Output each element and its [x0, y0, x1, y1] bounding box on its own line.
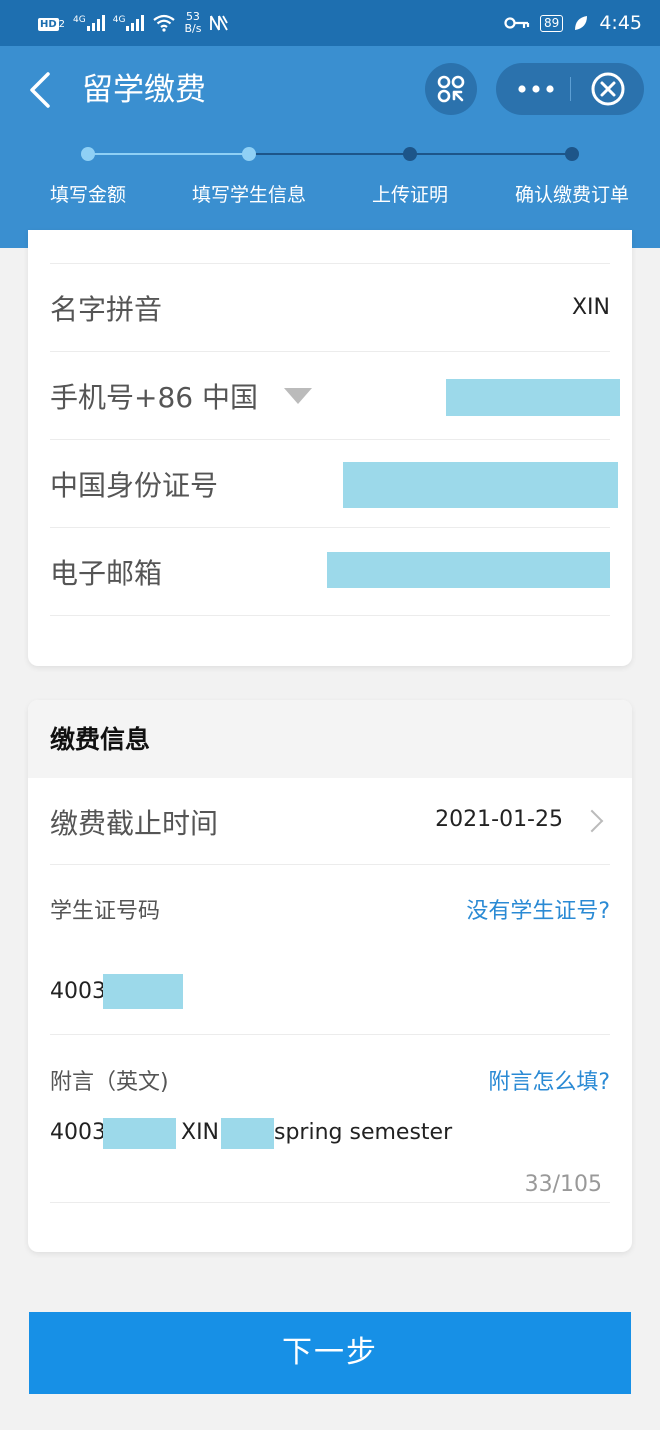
- id-row[interactable]: 中国身份证号: [50, 440, 618, 528]
- nfc-icon: [210, 15, 229, 31]
- no-student-no-link[interactable]: 没有学生证号?: [466, 893, 610, 925]
- status-left: HD 2 4G 4G 53 B/s: [38, 8, 229, 38]
- remark-part1: 4003: [50, 1120, 106, 1145]
- phone-value-redacted[interactable]: [446, 379, 620, 416]
- hd-sub: 2: [58, 18, 66, 30]
- remark-help-link[interactable]: 附言怎么填?: [488, 1064, 610, 1096]
- step-dot-4: [565, 147, 579, 161]
- phone-label: 手机号+86 中国: [50, 381, 258, 414]
- name-pinyin-label: 名字拼音: [50, 293, 163, 326]
- hd-label: HD: [38, 17, 59, 31]
- speed-unit: B/s: [184, 22, 202, 35]
- student-no-prefix: 4003: [50, 979, 106, 1004]
- payment-info-title: 缴费信息: [50, 725, 151, 754]
- step-label-1: 填写金额: [49, 184, 127, 206]
- signal-icon-1: 4G: [73, 15, 105, 31]
- deadline-value: 2021-01-25: [435, 807, 563, 832]
- signal-icon-2: 4G: [113, 15, 145, 31]
- page-header: 留学缴费 填写金额 填写学生信息 上传证明 确认缴费订单: [0, 46, 660, 248]
- remark-char-counter: 33/105: [524, 1172, 602, 1197]
- email-value-redacted[interactable]: [327, 552, 610, 588]
- step-dot-1: [81, 147, 95, 161]
- deadline-row[interactable]: 缴费截止时间 2021-01-25: [50, 778, 610, 865]
- remark-redacted-1: [103, 1118, 176, 1149]
- clock: 4:45: [599, 12, 642, 34]
- battery-icon: 89: [540, 14, 564, 32]
- step-line-done: [88, 153, 249, 155]
- mini-program-icon: [437, 75, 465, 103]
- step-label-4: 确认缴费订单: [514, 184, 630, 206]
- step-dot-2: [242, 147, 256, 161]
- status-right: 89 4:45: [504, 8, 642, 38]
- remark-redacted-2: [221, 1118, 274, 1149]
- step-label-2: 填写学生信息: [191, 184, 307, 206]
- email-row[interactable]: 电子邮箱: [50, 528, 610, 616]
- remark-part3: spring semester: [274, 1120, 453, 1145]
- network-type-1: 4G: [73, 15, 86, 25]
- remark-part2: XIN: [181, 1120, 220, 1145]
- student-no-label: 学生证号码: [50, 899, 161, 924]
- leaf-icon: [575, 16, 588, 30]
- key-icon: [504, 17, 530, 29]
- capsule-divider: [570, 77, 571, 101]
- step-label-3: 上传证明: [371, 184, 449, 206]
- id-value-redacted[interactable]: [343, 462, 618, 508]
- wifi-icon: [153, 14, 176, 32]
- network-type-2: 4G: [112, 15, 126, 25]
- email-label: 电子邮箱: [50, 557, 163, 590]
- status-bar: HD 2 4G 4G 53 B/s 89 4:45: [0, 0, 660, 46]
- deadline-label: 缴费截止时间: [50, 807, 219, 840]
- net-speed: 53 B/s: [184, 11, 201, 35]
- name-pinyin-row[interactable]: 名字拼音 XIN: [50, 264, 610, 352]
- more-button[interactable]: [496, 63, 576, 115]
- capsule-menu: [496, 63, 644, 115]
- step-dot-3: [403, 147, 417, 161]
- remark-label: 附言（英文): [50, 1070, 169, 1095]
- row-top-partial: [50, 230, 610, 264]
- payment-info-header: 缴费信息: [28, 700, 632, 778]
- more-icon: [518, 85, 554, 93]
- student-info-card: 名字拼音 XIN 手机号+86 中国 中国身份证号 电子邮箱: [28, 230, 632, 666]
- payment-info-card: 缴费信息 缴费截止时间 2021-01-25 学生证号码 没有学生证号? 400…: [28, 700, 632, 1252]
- phone-row[interactable]: 手机号+86 中国: [50, 352, 620, 440]
- page-title: 留学缴费: [82, 72, 206, 108]
- hd-icon: HD 2: [38, 16, 65, 31]
- next-step-button[interactable]: 下一步: [29, 1312, 631, 1394]
- student-no-redacted: [103, 974, 183, 1009]
- scan-button[interactable]: [425, 63, 477, 115]
- id-label: 中国身份证号: [50, 469, 219, 502]
- back-icon[interactable]: [26, 72, 56, 108]
- name-pinyin-value: XIN: [571, 295, 610, 320]
- close-icon: [591, 72, 625, 106]
- student-no-input[interactable]: 4003: [50, 940, 610, 1035]
- close-button[interactable]: [576, 63, 644, 115]
- chevron-right-icon: [580, 809, 604, 833]
- country-dropdown-icon[interactable]: [284, 388, 312, 404]
